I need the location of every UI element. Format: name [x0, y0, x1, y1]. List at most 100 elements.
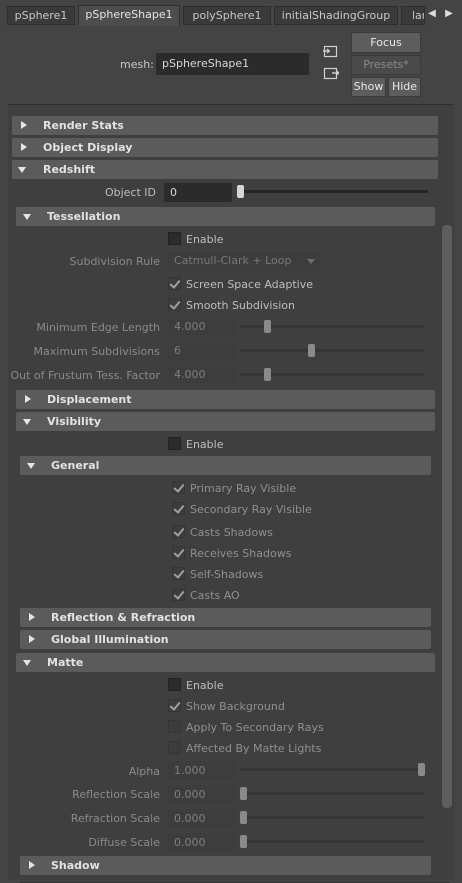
section-general[interactable]: General [20, 456, 431, 475]
presets-button[interactable]: Presets* [351, 55, 421, 75]
min-edge-length-field[interactable]: 4.000 [168, 318, 236, 336]
section-title: General [51, 459, 100, 472]
tab-initialshadinggroup[interactable]: initialShadingGroup [274, 6, 398, 25]
visibility-enable-checkbox[interactable] [168, 437, 181, 450]
diffuse-scale-slider-track[interactable] [240, 840, 424, 843]
smooth-subdivision-checkbox[interactable] [168, 298, 181, 311]
out-of-frustum-label: Out of Frustum Tess. Factor [10, 369, 160, 382]
max-subdivisions-slider-track[interactable] [240, 349, 424, 352]
tab-label: initialShadingGroup [281, 9, 391, 22]
screen-space-adaptive-checkbox[interactable] [168, 277, 181, 290]
expand-arrow-icon [26, 856, 38, 875]
section-redshift[interactable]: Redshift [12, 160, 438, 179]
section-object-display[interactable]: Object Display [12, 138, 438, 157]
max-subdivisions-slider-handle[interactable] [308, 344, 315, 357]
object-id-slider-track[interactable] [238, 190, 428, 193]
receives-shadows-checkbox[interactable] [172, 546, 185, 559]
refraction-scale-slider-track[interactable] [240, 816, 424, 819]
section-title: Visibility [47, 415, 102, 428]
casts-ao-checkbox[interactable] [172, 588, 185, 601]
show-background-checkbox[interactable] [168, 699, 181, 712]
checkbox-label: Enable [186, 679, 224, 692]
hide-button[interactable]: Hide [388, 77, 421, 97]
collapse-arrow-icon [17, 160, 29, 179]
max-subdivisions-label: Maximum Subdivisions [33, 345, 160, 358]
expand-arrow-icon [22, 390, 34, 409]
section-title: Matte [47, 656, 84, 669]
secondary-ray-visible-checkbox[interactable] [172, 502, 185, 515]
refraction-scale-slider-handle[interactable] [240, 811, 247, 824]
object-id-slider-handle[interactable] [237, 185, 244, 198]
section-matte[interactable]: Matte [16, 653, 435, 672]
tab-label: pSphereShape1 [85, 8, 173, 21]
section-title: Render Stats [43, 119, 124, 132]
alpha-slider-track[interactable] [240, 768, 424, 771]
go-to-output-icon[interactable] [323, 67, 339, 81]
diffuse-scale-field[interactable]: 0.000 [168, 834, 236, 852]
diffuse-scale-slider-handle[interactable] [240, 835, 247, 848]
vertical-scrollbar[interactable] [442, 225, 452, 808]
tab-bar: pSphere1 pSphereShape1 polySphere1 initi… [0, 0, 462, 30]
refraction-scale-field[interactable]: 0.000 [168, 810, 236, 828]
primary-ray-visible-checkbox[interactable] [172, 481, 185, 494]
alpha-field[interactable]: 1.000 [168, 762, 236, 780]
checkbox-label: Enable [186, 233, 224, 246]
checkbox-label: Smooth Subdivision [186, 299, 295, 312]
collapse-arrow-icon [22, 207, 34, 226]
checkbox-label: Affected By Matte Lights [186, 742, 322, 755]
self-shadows-checkbox[interactable] [172, 567, 185, 580]
section-tessellation[interactable]: Tessellation [16, 207, 435, 226]
expand-arrow-icon [18, 138, 30, 157]
collapse-arrow-icon [22, 412, 34, 431]
section-title: Redshift [43, 163, 95, 176]
section-render-stats[interactable]: Render Stats [12, 116, 438, 135]
tessellation-enable-checkbox[interactable] [168, 232, 181, 245]
subdivision-rule-dropdown[interactable]: Catmull-Clark + Loop [168, 251, 320, 271]
collapse-arrow-icon [26, 456, 38, 475]
reflection-scale-slider-track[interactable] [240, 792, 424, 795]
section-displacement[interactable]: Displacement [16, 390, 435, 409]
checkbox-label: Casts Shadows [190, 526, 273, 539]
focus-button[interactable]: Focus [351, 32, 421, 53]
mesh-name-field[interactable]: pSphereShape1 [156, 53, 309, 75]
affected-by-matte-lights-checkbox[interactable] [168, 741, 181, 754]
casts-shadows-checkbox[interactable] [172, 525, 185, 538]
object-id-label: Object ID [104, 186, 156, 199]
min-edge-length-slider-handle[interactable] [264, 320, 271, 333]
expand-arrow-icon [26, 630, 38, 649]
section-global-illumination[interactable]: Global Illumination [20, 630, 431, 649]
section-shadow[interactable]: Shadow [20, 856, 431, 875]
section-title: Reflection & Refraction [51, 611, 196, 624]
section-reflection-refraction[interactable]: Reflection & Refraction [20, 608, 431, 627]
checkbox-label: Show Background [186, 700, 285, 713]
checkbox-label: Primary Ray Visible [190, 482, 297, 495]
reflection-scale-slider-handle[interactable] [240, 787, 247, 800]
tab-lambert-partial[interactable]: lar [401, 6, 425, 25]
section-visibility[interactable]: Visibility [16, 412, 435, 431]
go-to-input-icon[interactable] [323, 45, 339, 59]
section-title: Shadow [51, 859, 100, 872]
alpha-slider-handle[interactable] [418, 763, 425, 776]
tab-scroll-right-icon[interactable]: ▶ [444, 6, 454, 22]
tab-scroll-left-icon[interactable]: ◀ [427, 6, 437, 22]
min-edge-length-label: Minimum Edge Length [36, 321, 160, 334]
refraction-scale-label: Refraction Scale [70, 812, 160, 825]
section-title: Object Display [43, 141, 133, 154]
tab-psphere1[interactable]: pSphere1 [7, 6, 75, 25]
section-title: Global Illumination [51, 633, 169, 646]
checkbox-label: Receives Shadows [190, 547, 292, 560]
matte-enable-checkbox[interactable] [168, 678, 181, 691]
out-of-frustum-slider-handle[interactable] [264, 368, 271, 381]
max-subdivisions-field[interactable]: 6 [168, 342, 236, 360]
tab-polysphere1[interactable]: polySphere1 [183, 6, 271, 25]
checkbox-label: Apply To Secondary Rays [186, 721, 324, 734]
chevron-down-icon [307, 259, 315, 264]
checkbox-label: Self-Shadows [190, 568, 264, 581]
show-button[interactable]: Show [351, 77, 386, 97]
mesh-label: mesh: [120, 58, 154, 71]
object-id-field[interactable]: 0 [164, 183, 232, 202]
out-of-frustum-field[interactable]: 4.000 [168, 366, 236, 384]
apply-to-secondary-rays-checkbox[interactable] [168, 720, 181, 733]
tab-psphereshape1[interactable]: pSphereShape1 [78, 5, 180, 26]
reflection-scale-field[interactable]: 0.000 [168, 786, 236, 804]
